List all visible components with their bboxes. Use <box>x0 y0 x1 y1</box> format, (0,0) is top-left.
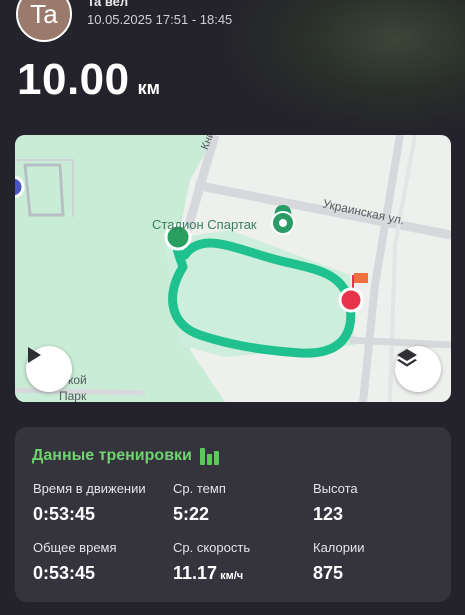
stat-avg-speed: Ср. скорость 11.17 км/ч <box>173 540 250 584</box>
avatar[interactable]: Ta <box>16 0 72 42</box>
stat-calories: Калории 875 <box>313 540 365 584</box>
location-marker[interactable] <box>15 175 25 199</box>
route-map[interactable]: Книжн Украинская ул. Стадион Спартак дск… <box>15 135 451 402</box>
road <box>349 336 451 349</box>
stat-total-time: Общее время 0:53:45 <box>33 540 117 584</box>
stat-label: Высота <box>313 481 358 496</box>
finish-marker[interactable] <box>338 287 364 313</box>
stadium-pin-dot <box>279 219 287 227</box>
park-label: Парк <box>59 389 87 402</box>
stadium-label: Стадион Спартак <box>152 217 257 232</box>
stat-value: 5:22 <box>173 504 210 524</box>
stats-title: Данные тренировки <box>32 447 219 465</box>
play-icon <box>28 347 41 363</box>
map-canvas <box>15 135 451 402</box>
stat-label: Ср. скорость <box>173 540 251 555</box>
distance-unit: км <box>137 78 160 98</box>
stat-label: Ср. темп <box>173 481 226 496</box>
stat-value: 0:53:45 <box>33 563 96 583</box>
stat-label: Время в движении <box>33 481 146 496</box>
avg-speed-value: 11.17 <box>173 563 218 583</box>
activity-timestamp: 10.05.2025 17:51 - 18:45 <box>87 12 233 27</box>
stat-altitude: Высота 123 <box>313 481 358 525</box>
activity-header: Ta Ta вел 10.05.2025 17:51 - 18:45 10.00… <box>0 0 465 130</box>
avatar-initials: Ta <box>30 0 58 29</box>
stat-label: Калории <box>313 540 365 555</box>
play-button[interactable] <box>26 346 72 392</box>
stat-value: 0:53:45 <box>33 504 96 524</box>
distance-value: 10.00 <box>17 55 130 104</box>
distance-summary: 10.00 км <box>17 55 160 105</box>
stat-value: 123 <box>313 504 344 524</box>
stat-avg-pace: Ср. темп 5:22 <box>173 481 226 525</box>
stat-moving-time: Время в движении 0:53:45 <box>33 481 146 525</box>
stats-title-text: Данные тренировки <box>32 447 192 464</box>
stat-value: 11.17 км/ч <box>173 563 250 584</box>
bar-chart-icon <box>199 447 219 465</box>
avg-speed-unit: км/ч <box>220 570 244 582</box>
layers-button[interactable] <box>395 346 441 392</box>
user-name[interactable]: Ta вел <box>87 0 128 9</box>
stat-value: 875 <box>313 563 344 583</box>
workout-stats-card: Данные тренировки Время в движении 0:53:… <box>15 427 451 602</box>
layers-icon <box>397 349 417 367</box>
stat-label: Общее время <box>33 540 117 555</box>
finish-flag-icon <box>354 273 368 283</box>
